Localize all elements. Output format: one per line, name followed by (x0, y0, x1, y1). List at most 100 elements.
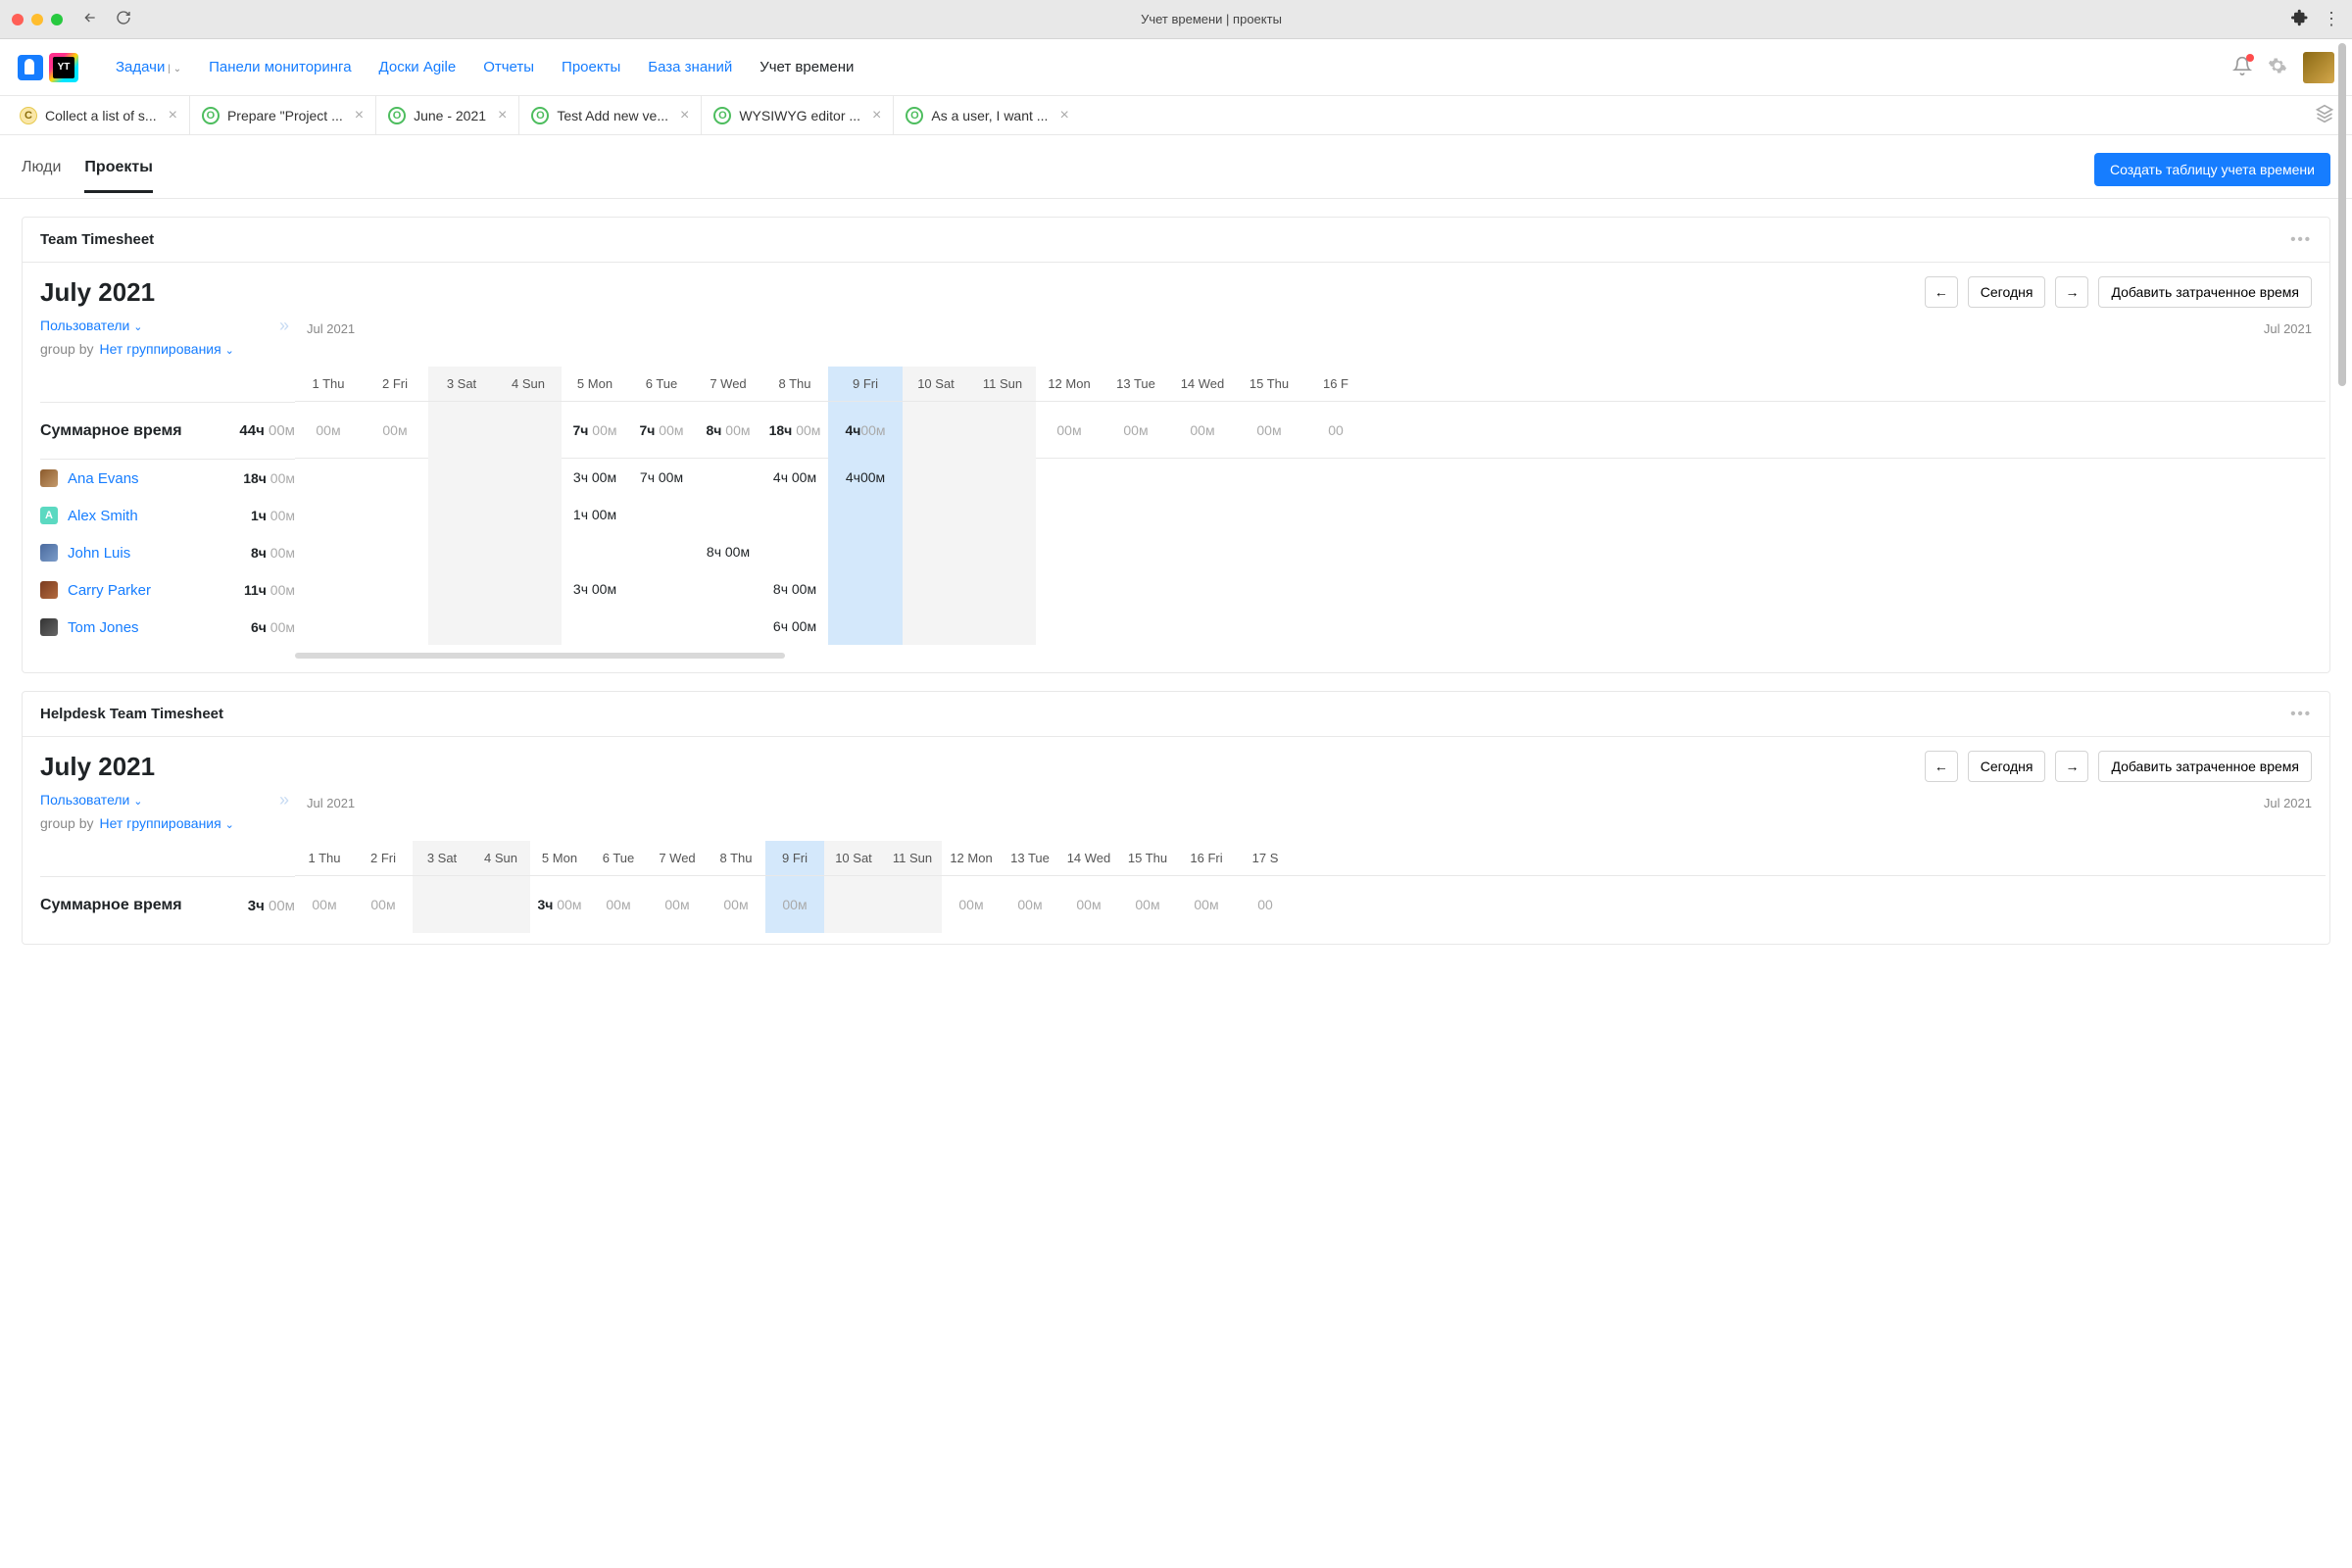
time-cell[interactable]: 4ч 00м (828, 402, 903, 459)
time-cell[interactable] (428, 533, 495, 570)
time-cell[interactable]: 00м (1001, 897, 1059, 912)
nav-item[interactable]: База знаний (648, 59, 732, 75)
close-icon[interactable]: × (498, 107, 507, 124)
time-cell[interactable] (969, 496, 1036, 533)
user-name-link[interactable]: Ana Evans (68, 470, 139, 487)
time-cell[interactable]: 00м (707, 897, 765, 912)
extension-icon[interactable] (2291, 9, 2309, 29)
time-cell[interactable] (969, 608, 1036, 645)
tab-projects[interactable]: Проекты (84, 159, 152, 193)
nav-item[interactable]: Панели мониторинга (209, 59, 351, 75)
back-icon[interactable] (82, 10, 98, 28)
user-name-link[interactable]: Tom Jones (68, 619, 139, 636)
expand-handle-icon[interactable]: » (279, 790, 289, 810)
user-avatar[interactable] (2303, 52, 2334, 83)
time-cell[interactable]: 00м (1059, 897, 1118, 912)
time-cell[interactable] (828, 496, 903, 533)
time-cell[interactable]: 00м (648, 897, 707, 912)
time-cell[interactable]: 00м (942, 897, 1001, 912)
time-cell[interactable]: 00м (1169, 422, 1236, 438)
time-cell[interactable]: 6ч 00м (761, 618, 828, 634)
time-cell[interactable] (883, 876, 942, 933)
time-cell[interactable] (428, 459, 495, 496)
time-cell[interactable] (828, 608, 903, 645)
time-cell[interactable]: 8ч 00м (761, 581, 828, 597)
close-icon[interactable]: × (1059, 107, 1068, 124)
time-cell[interactable]: 7ч 00м (628, 469, 695, 485)
close-icon[interactable]: × (355, 107, 364, 124)
breadcrumb-tab[interactable]: OPrepare "Project ...× (190, 96, 376, 135)
tab-people[interactable]: Люди (22, 159, 61, 193)
time-cell[interactable]: 8ч 00м (695, 544, 761, 560)
time-cell[interactable]: 3ч 00м (562, 581, 628, 597)
time-cell[interactable] (903, 402, 969, 459)
group-by-select[interactable]: Нет группирования ⌄ (99, 341, 233, 357)
time-cell[interactable]: 00м (1177, 897, 1236, 912)
time-cell[interactable] (495, 459, 562, 496)
time-cell[interactable] (495, 496, 562, 533)
users-filter[interactable]: Пользователи ⌄ (40, 792, 143, 808)
time-cell[interactable]: 00 (1302, 422, 1369, 438)
time-cell[interactable] (495, 608, 562, 645)
close-icon[interactable]: × (680, 107, 689, 124)
time-cell[interactable] (428, 496, 495, 533)
users-filter[interactable]: Пользователи ⌄ (40, 318, 143, 333)
breadcrumb-tab[interactable]: CCollect a list of s...× (8, 96, 190, 135)
time-cell[interactable]: 00м (1102, 422, 1169, 438)
nav-item[interactable]: Доски Agile (379, 59, 457, 75)
create-timesheet-button[interactable]: Создать таблицу учета времени (2094, 153, 2330, 186)
time-cell[interactable] (495, 533, 562, 570)
time-cell[interactable] (903, 496, 969, 533)
close-icon[interactable]: × (872, 107, 881, 124)
window-minimize-icon[interactable] (31, 14, 43, 25)
next-button[interactable]: → (2055, 751, 2088, 782)
horizontal-scrollbar[interactable] (295, 653, 2326, 659)
settings-icon[interactable] (2268, 56, 2287, 78)
nav-item[interactable]: Учет времени (760, 59, 854, 75)
time-cell[interactable]: 7ч 00м (628, 422, 695, 438)
expand-handle-icon[interactable]: » (279, 316, 289, 336)
breadcrumb-tab[interactable]: OJune - 2021× (376, 96, 519, 135)
add-time-button[interactable]: Добавить затраченное время (2098, 751, 2312, 782)
app-logo[interactable]: YT (18, 53, 78, 82)
time-cell[interactable] (969, 533, 1036, 570)
prev-button[interactable]: ← (1925, 276, 1958, 308)
time-cell[interactable]: 00м (295, 422, 362, 438)
time-cell[interactable]: 3ч 00м (530, 897, 589, 912)
today-button[interactable]: Сегодня (1968, 751, 2046, 782)
time-cell[interactable]: 00м (295, 897, 354, 912)
time-cell[interactable]: 8ч 00м (695, 422, 761, 438)
user-name-link[interactable]: Carry Parker (68, 582, 151, 599)
time-cell[interactable]: 1ч 00м (562, 507, 628, 522)
time-cell[interactable]: 00м (1036, 422, 1102, 438)
notifications-icon[interactable] (2232, 56, 2252, 78)
menu-icon[interactable]: ⋮ (2323, 9, 2340, 29)
time-cell[interactable] (428, 608, 495, 645)
time-cell[interactable] (495, 570, 562, 608)
prev-button[interactable]: ← (1925, 751, 1958, 782)
time-cell[interactable] (828, 570, 903, 608)
time-cell[interactable] (969, 402, 1036, 459)
time-cell[interactable] (969, 570, 1036, 608)
time-cell[interactable] (903, 608, 969, 645)
breadcrumb-tab[interactable]: OTest Add new ve...× (519, 96, 702, 135)
user-name-link[interactable]: John Luis (68, 545, 130, 562)
time-cell[interactable]: 7ч 00м (562, 422, 628, 438)
nav-item[interactable]: Проекты (562, 59, 620, 75)
time-cell[interactable]: 4ч 00м (761, 469, 828, 485)
add-time-button[interactable]: Добавить затраченное время (2098, 276, 2312, 308)
time-cell[interactable]: 00м (1118, 897, 1177, 912)
time-cell[interactable] (413, 876, 471, 933)
time-cell[interactable] (903, 570, 969, 608)
vertical-scrollbar[interactable] (2338, 39, 2346, 1568)
time-cell[interactable]: 00м (589, 897, 648, 912)
today-button[interactable]: Сегодня (1968, 276, 2046, 308)
next-button[interactable]: → (2055, 276, 2088, 308)
user-name-link[interactable]: Alex Smith (68, 508, 138, 524)
breadcrumb-tab[interactable]: OWYSIWYG editor ...× (702, 96, 894, 135)
panel-menu-icon[interactable]: ••• (2290, 706, 2312, 722)
time-cell[interactable] (495, 402, 562, 459)
time-cell[interactable] (428, 570, 495, 608)
panel-menu-icon[interactable]: ••• (2290, 231, 2312, 248)
time-cell[interactable]: 00м (362, 422, 428, 438)
